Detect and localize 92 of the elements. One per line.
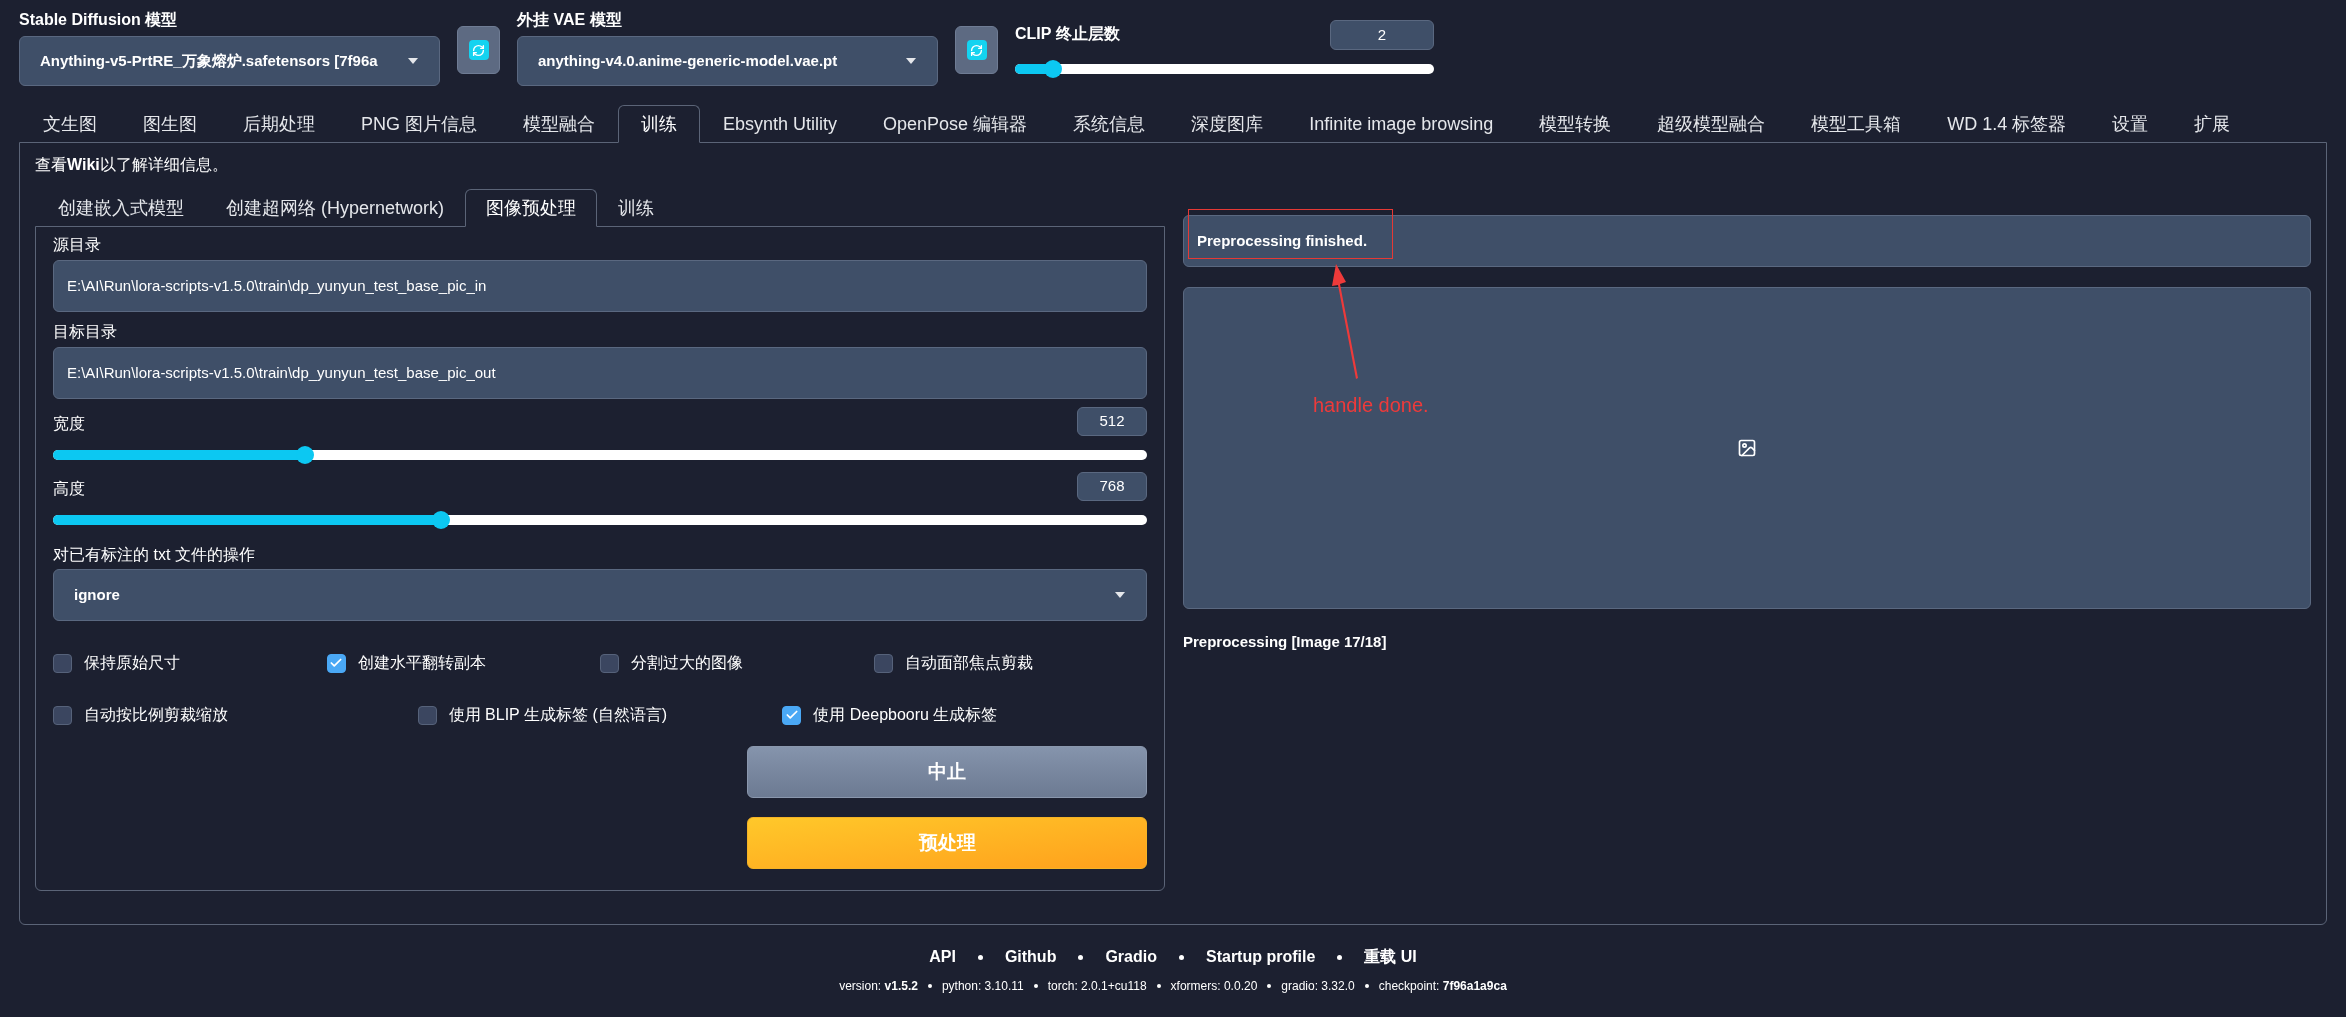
- check-icon: [784, 708, 799, 722]
- tab[interactable]: Ebsynth Utility: [700, 105, 861, 143]
- tab[interactable]: PNG 图片信息: [338, 105, 500, 143]
- checkbox[interactable]: [53, 705, 72, 725]
- bullet-icon: [977, 954, 983, 960]
- tab[interactable]: OpenPose 编辑器: [860, 105, 1051, 143]
- footer-link[interactable]: Gradio: [1105, 945, 1157, 969]
- checkbox-option[interactable]: 创建水平翻转副本: [326, 651, 600, 675]
- caption-dropdown[interactable]: ignore: [53, 569, 1147, 621]
- checkbox[interactable]: [600, 653, 619, 673]
- model-dropdown[interactable]: anything-v4.0.anime-generic-model.vae.pt: [517, 36, 938, 86]
- version-info: xformers: 0.0.20: [1170, 978, 1258, 995]
- tab[interactable]: 模型转换: [1516, 105, 1635, 143]
- refresh-button[interactable]: [955, 26, 998, 74]
- bullet-icon: [1033, 984, 1038, 988]
- tab[interactable]: 模型工具箱: [1788, 105, 1925, 143]
- bullet-icon: [1267, 984, 1272, 988]
- tab[interactable]: 扩展: [2171, 105, 2254, 143]
- version-info: torch: 2.0.1+cu118: [1047, 978, 1147, 995]
- caret-icon: [1114, 591, 1126, 599]
- slider-thumb[interactable]: [295, 446, 314, 464]
- number-field[interactable]: 512: [1077, 407, 1147, 436]
- number-field[interactable]: 2: [1330, 20, 1434, 50]
- tab[interactable]: 训练: [597, 189, 676, 227]
- checkbox[interactable]: [873, 653, 893, 673]
- path-field[interactable]: E:\AI\Run\lora-scripts-v1.5.0\train\dp_yunyun_test_base_pic_in: [53, 260, 1147, 312]
- bullet-icon: [1337, 954, 1343, 960]
- wiki-note: 查看Wiki以了解详细信息。: [35, 155, 229, 175]
- tab[interactable]: 图生图: [120, 105, 220, 143]
- bullet-icon: [1078, 954, 1084, 960]
- tab[interactable]: 设置: [2089, 105, 2172, 143]
- tab[interactable]: Infinite image browsing: [1286, 105, 1517, 143]
- tab[interactable]: 文生图: [20, 105, 120, 143]
- check-icon: [329, 656, 343, 670]
- version-info: version: v1.5.2: [839, 978, 918, 995]
- bullet-icon: [927, 984, 932, 988]
- progress-text: Preprocessing [Image 17/18]: [1183, 632, 1388, 652]
- tab[interactable]: 创建超网络 (Hypernetwork): [205, 189, 466, 227]
- field-label: 对已有标注的 txt 文件的操作: [53, 545, 256, 565]
- dropdown-value: anything-v4.0.anime-generic-model.vae.pt: [538, 50, 838, 71]
- bullet-icon: [1364, 984, 1369, 988]
- checkbox-option[interactable]: 自动面部焦点剪裁: [873, 651, 1147, 675]
- field-label: 源目录: [53, 235, 102, 255]
- footer-link[interactable]: API: [929, 945, 956, 969]
- checkbox-option[interactable]: 保持原始尺寸: [53, 651, 327, 675]
- bullet-icon: [1156, 984, 1161, 988]
- footer-link[interactable]: 重载 UI: [1364, 945, 1417, 969]
- stop-button[interactable]: 中止: [747, 746, 1147, 798]
- field-label: CLIP 终止层数: [1015, 24, 1120, 44]
- checkbox-option[interactable]: 分割过大的图像: [600, 651, 874, 675]
- checkbox[interactable]: [782, 705, 802, 725]
- checkbox-option[interactable]: 自动按比例剪裁缩放: [53, 703, 418, 727]
- tab[interactable]: 深度图库: [1168, 105, 1287, 143]
- refresh-icon: [966, 40, 987, 60]
- field-label: 目标目录: [53, 322, 118, 342]
- refresh-icon: [468, 40, 489, 60]
- checkbox-option[interactable]: 使用 BLIP 生成标签 (自然语言): [417, 703, 783, 727]
- footer-link[interactable]: Github: [1004, 945, 1057, 969]
- footer-link[interactable]: Startup profile: [1206, 945, 1316, 969]
- model-dropdown[interactable]: Anything-v5-PrtRE_万象熔炉.safetensors [7f96a: [19, 36, 440, 86]
- version-info: gradio: 3.32.0: [1281, 978, 1355, 995]
- field-label: Stable Diffusion 模型: [19, 10, 179, 30]
- checkbox[interactable]: [53, 653, 72, 673]
- field-label: 宽度: [53, 414, 85, 434]
- number-field[interactable]: 768: [1077, 472, 1147, 501]
- tab[interactable]: 超级模型融合: [1634, 105, 1789, 143]
- tab[interactable]: 系统信息: [1050, 105, 1169, 143]
- version-info: python: 3.10.11: [941, 978, 1024, 995]
- checkbox[interactable]: [417, 705, 437, 725]
- field-label: 外挂 VAE 模型: [517, 10, 623, 30]
- refresh-button[interactable]: [457, 26, 500, 74]
- version-info: checkpoint: 7f96a1a9ca: [1378, 978, 1507, 995]
- field-label: 高度: [53, 479, 85, 499]
- image-icon: [1737, 438, 1757, 458]
- tab[interactable]: 图像预处理: [465, 189, 598, 227]
- path-field[interactable]: E:\AI\Run\lora-scripts-v1.5.0\train\dp_yunyun_test_base_pic_out: [53, 347, 1147, 399]
- tab[interactable]: 模型融合: [500, 105, 618, 143]
- caret-icon: [905, 57, 917, 65]
- slider-thumb[interactable]: [1043, 60, 1062, 78]
- dropdown-value: Anything-v5-PrtRE_万象熔炉.safetensors [7f96a: [40, 50, 378, 71]
- checkbox-option[interactable]: 使用 Deepbooru 生成标签: [782, 703, 1147, 727]
- annotation-text: handle done.: [1313, 393, 1429, 418]
- checkbox[interactable]: [326, 653, 346, 673]
- slider-thumb[interactable]: [432, 511, 451, 529]
- caret-icon: [407, 57, 419, 65]
- tab[interactable]: 后期处理: [220, 105, 338, 143]
- bullet-icon: [1179, 954, 1184, 960]
- tab[interactable]: WD 1.4 标签器: [1924, 105, 2090, 143]
- tab[interactable]: 创建嵌入式模型: [37, 189, 205, 227]
- tab[interactable]: 训练: [618, 105, 700, 143]
- status-text: Preprocessing finished.: [1197, 230, 1368, 251]
- dropdown-value: ignore: [74, 584, 120, 605]
